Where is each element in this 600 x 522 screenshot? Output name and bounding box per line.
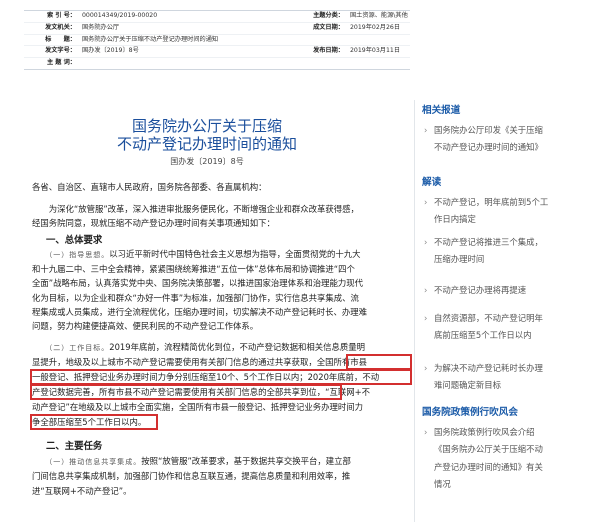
meta-key: 标 题： [45, 35, 76, 43]
interpretation-link[interactable]: 不动产登记，明年底前到5个工作日内搞定 [424, 194, 600, 229]
paragraph-line: 化为目标，以为企业和群众“办好一件事”为标准，加强部门协作，实行信息共享集成、流 [32, 293, 359, 303]
salutation: 各省、自治区、直辖市人民政府，国务院各部委、各直属机构： [32, 182, 267, 192]
meta-value: 2019年03月11日 [350, 47, 401, 55]
interpretation-link[interactable]: 不动产登记将推进三个集成， 压缩办理时间 [424, 234, 600, 269]
link-text[interactable]: 情况 [434, 479, 451, 489]
meta-key [294, 58, 350, 69]
interpretation-link[interactable]: 自然资源部，不动产登记明年底前压缩至5个工作日以内 [424, 310, 600, 345]
interpretation-link[interactable]: 为解决不动产登记耗时长办理难问题确定新目标 [424, 360, 600, 395]
meta-value [350, 35, 410, 46]
section-heading: 二、主要任务 [46, 441, 103, 452]
link-text[interactable]: 作日内搞定 [434, 214, 476, 224]
link-text[interactable]: 底前压缩至5个工作日以内 [434, 330, 531, 340]
link-text[interactable]: 《国务院办公厅关于压缩不动 [434, 444, 543, 454]
related-link[interactable]: 国务院办公厅印发《关于压缩不动产登记办理时间的通知》 [424, 122, 600, 157]
paragraph-line: 门间信息共享集成机制，加强部门协作和信息互联互通，提高信息质量和利用效率，推 [32, 471, 351, 481]
paragraph-line: 和十九届二中、三中全会精神，紧紧围绕统筹推进“五位一体”总体布局和协调推进“四个 [32, 264, 355, 274]
section-heading: 一、总体要求 [46, 235, 103, 246]
link-text[interactable]: 为解决不动产登记耗时长办理 [434, 363, 543, 373]
subheading: （一）指导思想。 [48, 251, 110, 259]
meta-value: 2019年02月26日 [350, 23, 401, 31]
link-text[interactable]: 不动产登记办理将再提速 [434, 285, 526, 295]
column-divider [414, 100, 415, 522]
meta-key: 发文字号： [45, 47, 76, 55]
link-text[interactable]: 压缩办理时间 [434, 254, 484, 264]
intro-line: 为深化“放管服”改革，深入推进审批服务便民化，不断增强企业和群众改革获得感， [32, 204, 359, 214]
link-text[interactable]: 自然资源部，不动产登记明年 [434, 313, 543, 323]
paragraph-line: 程集成或人员集成，进行全流程优化，压缩办理时间，切实解决不动产登记耗时长、办理难 [32, 307, 367, 317]
link-text[interactable]: 不动产登记办理时间的通知》 [434, 142, 543, 152]
highlight-box [30, 384, 342, 400]
meta-key: 索 引 号： [46, 12, 76, 19]
meta-key: 发布日期： [313, 47, 344, 55]
paragraph-line: 动产登记”在地级及以上城市全面实施，全国所有市县一般登记、抵押登记业务办理时间力 [32, 402, 363, 412]
link-text[interactable]: 不动产登记将推进三个集成， [434, 237, 543, 247]
meta-value: 国务院办公厅 [82, 23, 120, 31]
interpretation-link[interactable]: 不动产登记办理将再提速 [424, 282, 600, 300]
meta-row: 索 引 号： 000014349/2019-00020 主题分类： 国土资源、能… [24, 11, 410, 23]
meta-key [294, 35, 350, 46]
paragraph-line: （一）指导思想。以习近平新时代中国特色社会主义思想为指导，全面贯彻党的十九大 [32, 247, 414, 262]
subheading: （一）推动信息共享集成。 [48, 458, 142, 466]
meta-value: 国务院办公厅关于压缩不动产登记办理时间的通知 [82, 35, 219, 43]
text: 按照“放管服”改革要求，基于数据共享交换平台，建立部 [141, 456, 351, 466]
meta-key: 发文机关： [45, 23, 76, 31]
text: 以习近平新时代中国特色社会主义思想为指导，全面贯彻党的十九大 [109, 249, 361, 259]
sidebar-heading-interpretation: 解读 [422, 177, 442, 188]
metadata-table: 索 引 号： 000014349/2019-00020 主题分类： 国土资源、能… [24, 10, 410, 70]
meta-value: 000014349/2019-00020 [82, 12, 158, 19]
meta-row: 主 题 词： [24, 58, 410, 69]
paragraph-line: 全面”战略布局，认真落实党中央、国务院决策部署，以推进国家治理体系和治理能力现代 [32, 278, 363, 288]
link-text[interactable]: 不动产登记，明年底前到5个工 [434, 197, 548, 207]
text: 2019年底前，流程精简优化到位，不动产登记数据和相关信息质量明 [109, 342, 366, 352]
intro-line: 经国务院同意，现就压缩不动产登记办理时间有关事项通知如下： [32, 218, 275, 228]
sidebar-heading-related: 相关报道 [422, 105, 461, 116]
meta-value [82, 58, 294, 69]
meta-value [350, 58, 410, 69]
sidebar-heading-briefing: 国务院政策例行吹风会 [422, 407, 518, 418]
briefing-link[interactable]: 国务院政策例行吹风会介绍《国务院办公厅关于压缩不动产登记办理时间的通知》有关情况 [424, 424, 600, 494]
document-number: 国办发〔2019〕8号 [170, 157, 244, 166]
paragraph-line: 进“互联网+不动产登记”。 [32, 486, 132, 496]
link-text[interactable]: 产登记办理时间的通知》有关 [434, 462, 543, 472]
meta-key: 主题分类： [313, 12, 344, 19]
highlight-box [346, 354, 412, 370]
meta-value: 国办发〔2019〕8号 [82, 47, 139, 55]
subheading: （二）工作目标。 [48, 344, 110, 352]
highlight-box [30, 369, 412, 385]
link-text[interactable]: 国务院办公厅印发《关于压缩 [434, 125, 543, 135]
meta-value: 国土资源、能源\其他 [350, 12, 408, 19]
paragraph-line: （一）推动信息共享集成。按照“放管服”改革要求，基于数据共享交换平台，建立部 [32, 454, 414, 469]
document-area: 索 引 号： 000014349/2019-00020 主题分类： 国土资源、能… [0, 0, 414, 522]
link-text[interactable]: 国务院政策例行吹风会介绍 [434, 427, 535, 437]
meta-key: 主 题 词： [46, 59, 76, 67]
meta-row: 标 题： 国务院办公厅关于压缩不动产登记办理时间的通知 [24, 35, 410, 47]
meta-row: 发文机关： 国务院办公厅 成文日期： 2019年02月26日 [24, 23, 410, 35]
page-title-line2: 不动产登记办理时间的通知 [116, 135, 297, 153]
meta-row: 发文字号： 国办发〔2019〕8号 发布日期： 2019年03月11日 [24, 46, 410, 59]
link-text[interactable]: 难问题确定新目标 [434, 380, 501, 390]
highlight-box [30, 414, 158, 430]
meta-key: 成文日期： [313, 23, 344, 31]
page-title: 国务院办公厅关于压缩 [131, 117, 282, 135]
paragraph-line: 问题，努力构建便捷高效、便民利民的不动产登记工作体系。 [32, 321, 259, 331]
